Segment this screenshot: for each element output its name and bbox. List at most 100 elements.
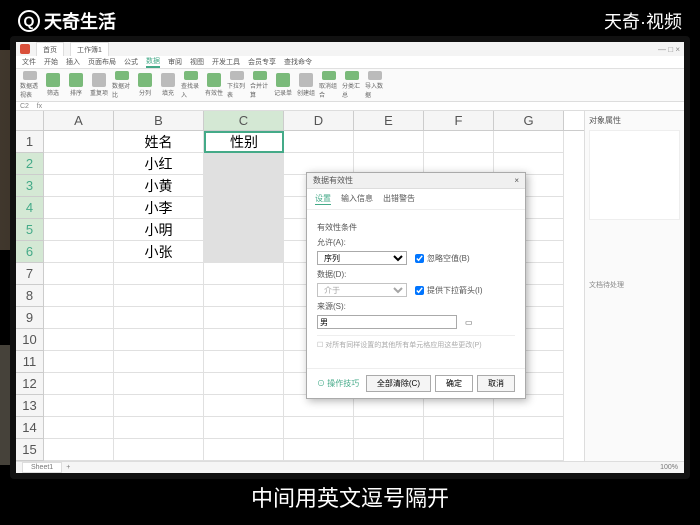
cell[interactable] [424,131,494,153]
cancel-button[interactable]: 取消 [477,375,515,392]
cell[interactable] [354,131,424,153]
column-header[interactable]: B [114,111,204,130]
cell[interactable] [114,373,204,395]
ribbon-button[interactable]: 数据对比 [112,71,132,99]
menu-item[interactable]: 审阅 [168,57,182,67]
cell[interactable] [114,263,204,285]
range-picker-icon[interactable]: ▭ [465,318,473,327]
menu-item[interactable]: 公式 [124,57,138,67]
cell[interactable]: 姓名 [114,131,204,153]
row-header[interactable]: 15 [16,439,44,461]
row-header[interactable]: 6 [16,241,44,263]
row-header[interactable]: 1 [16,131,44,153]
ribbon-button[interactable]: 合并计算 [250,71,270,99]
cell[interactable] [44,175,114,197]
ribbon-button[interactable]: 重复项 [89,71,109,99]
cell[interactable] [204,395,284,417]
ribbon-button[interactable]: 创建组 [296,71,316,99]
row-header[interactable]: 2 [16,153,44,175]
ribbon-button[interactable]: 排序 [66,71,86,99]
cell[interactable] [424,439,494,461]
cell[interactable] [424,417,494,439]
menu-item[interactable]: 插入 [66,57,80,67]
cell[interactable] [204,175,284,197]
ribbon-button[interactable]: 查找录入 [181,71,201,99]
row-header[interactable]: 7 [16,263,44,285]
cell[interactable] [114,307,204,329]
cell[interactable] [204,329,284,351]
cell[interactable] [114,351,204,373]
ribbon-button[interactable]: 填充 [158,71,178,99]
formula-bar[interactable]: C2 fx [16,102,684,111]
cell[interactable] [204,351,284,373]
zoom-level[interactable]: 100% [660,464,678,471]
cell[interactable] [494,417,564,439]
menu-item-data[interactable]: 数据 [146,56,160,68]
add-sheet-icon[interactable]: + [66,464,70,471]
cell[interactable] [114,329,204,351]
window-controls[interactable]: — □ × [658,45,680,54]
menu-search[interactable]: 查找命令 [284,57,312,67]
cell[interactable]: 性别 [204,131,284,153]
cell[interactable] [44,285,114,307]
cell[interactable] [204,285,284,307]
ribbon-button[interactable]: 取消组合 [319,71,339,99]
cell[interactable] [114,439,204,461]
allow-select[interactable]: 序列 [317,251,407,265]
ok-button[interactable]: 确定 [435,375,473,392]
select-all-corner[interactable] [16,111,44,130]
dialog-tab-settings[interactable]: 设置 [315,193,331,205]
cell[interactable] [44,219,114,241]
menu-item[interactable]: 开始 [44,57,58,67]
cell[interactable] [204,373,284,395]
cell[interactable] [114,285,204,307]
cell[interactable] [204,153,284,175]
cell[interactable] [44,131,114,153]
row-header[interactable]: 8 [16,285,44,307]
dropdown-checkbox[interactable]: 提供下拉箭头(I) [415,285,483,296]
row-header[interactable]: 5 [16,219,44,241]
cell[interactable] [204,417,284,439]
column-header[interactable]: D [284,111,354,130]
tips-link[interactable]: ⊙ 操作技巧 [317,378,359,389]
sheet-tabs[interactable]: Sheet1 + [22,462,70,473]
clear-button[interactable]: 全部清除(C) [366,375,431,392]
close-icon[interactable]: × [514,176,519,185]
menu-item[interactable]: 会员专享 [248,57,276,67]
column-header[interactable]: E [354,111,424,130]
row-header[interactable]: 9 [16,307,44,329]
row-header[interactable]: 3 [16,175,44,197]
cell[interactable]: 小红 [114,153,204,175]
cell[interactable] [44,263,114,285]
cell[interactable] [44,307,114,329]
menu-file[interactable]: 文件 [22,57,36,67]
ribbon-button[interactable]: 有效性 [204,71,224,99]
cell[interactable] [44,395,114,417]
cell[interactable] [204,439,284,461]
cell[interactable]: 小张 [114,241,204,263]
cell[interactable] [354,439,424,461]
cell[interactable] [44,241,114,263]
menu-item[interactable]: 页面布局 [88,57,116,67]
cell[interactable] [204,241,284,263]
source-input[interactable] [317,315,457,329]
data-select[interactable]: 介于 [317,283,407,297]
cell[interactable]: 小明 [114,219,204,241]
menu-item[interactable]: 开发工具 [212,57,240,67]
row-header[interactable]: 12 [16,373,44,395]
ribbon-button[interactable]: 数据透视表 [20,71,40,99]
cell[interactable] [204,219,284,241]
cell[interactable] [114,417,204,439]
cell[interactable] [44,329,114,351]
cell[interactable] [284,439,354,461]
row-header[interactable]: 4 [16,197,44,219]
cell[interactable] [114,395,204,417]
cell[interactable] [284,131,354,153]
cell[interactable] [354,417,424,439]
cell[interactable] [494,439,564,461]
cell[interactable] [494,131,564,153]
ribbon-button[interactable]: 分类汇总 [342,71,362,99]
column-header[interactable]: G [494,111,564,130]
dialog-tab-input[interactable]: 输入信息 [341,193,373,205]
row-header[interactable]: 10 [16,329,44,351]
